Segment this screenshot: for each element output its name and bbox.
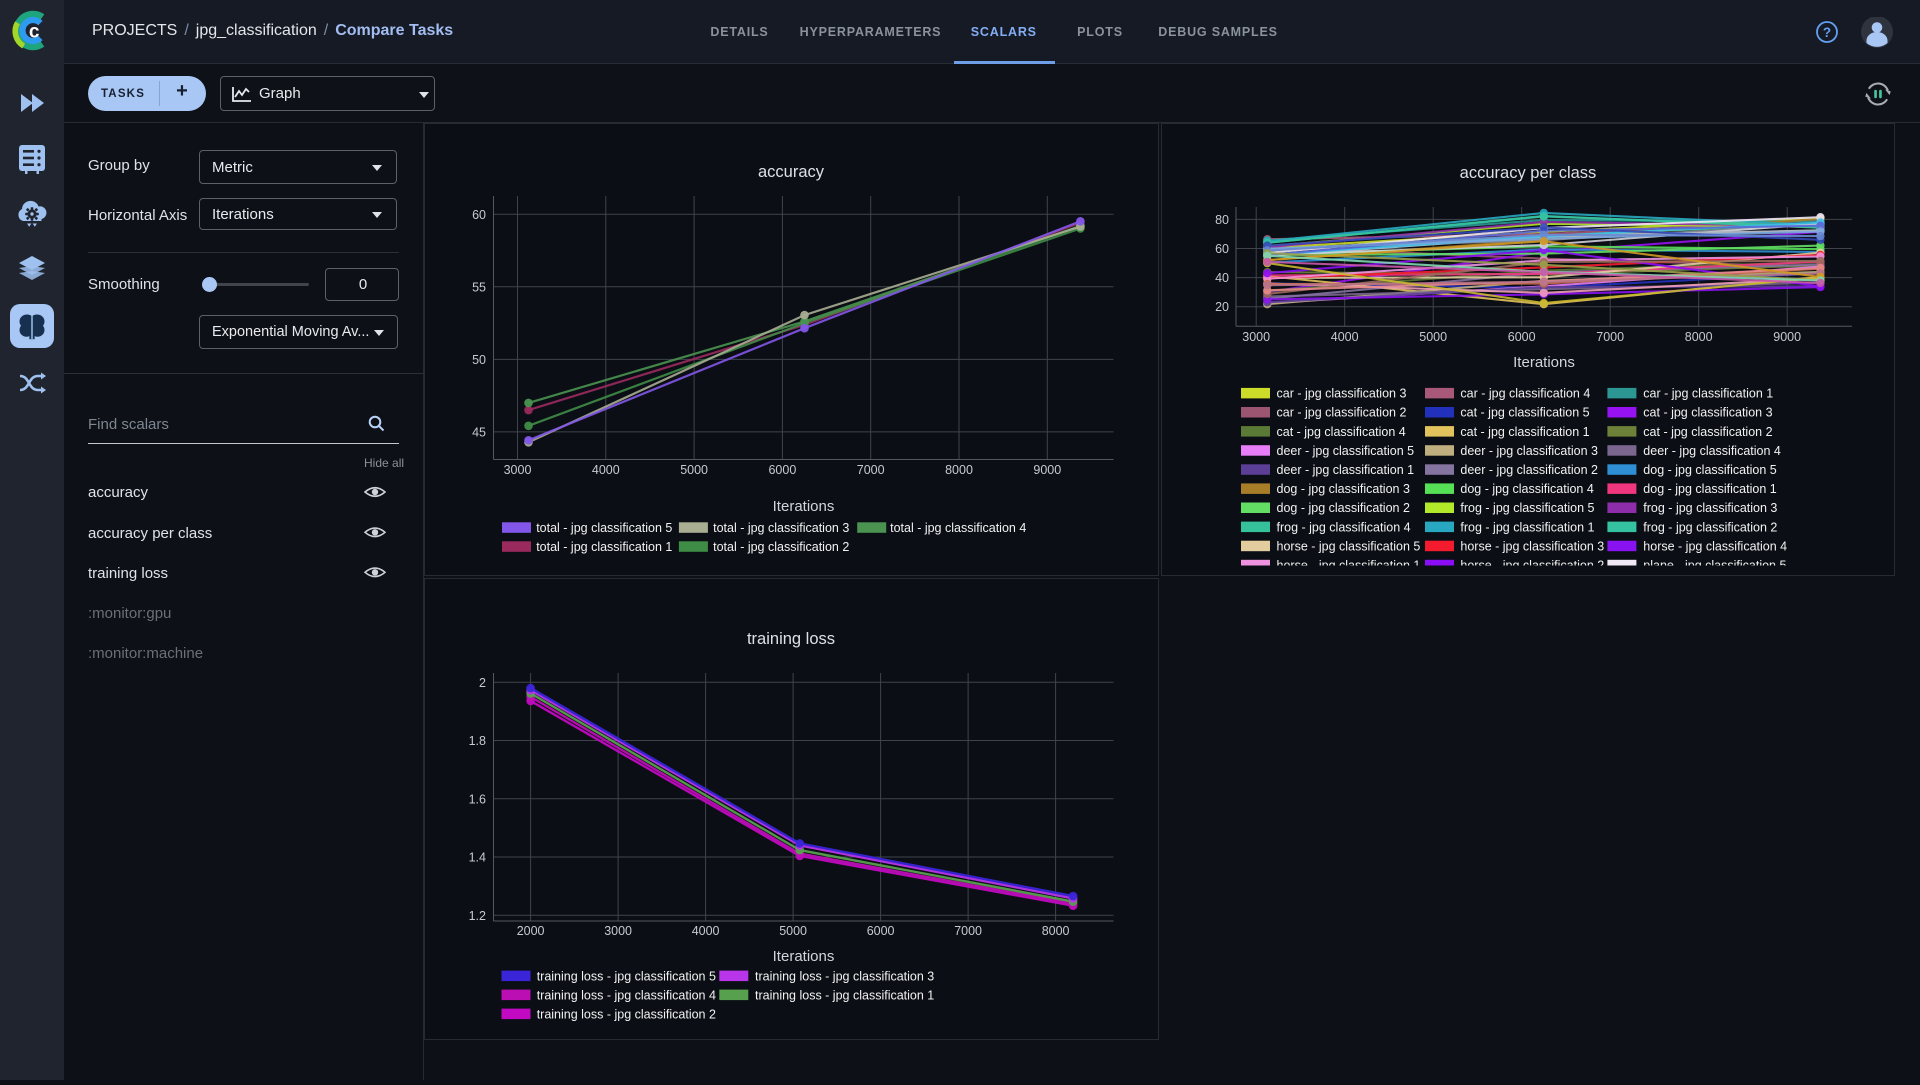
svg-text:3000: 3000: [604, 924, 632, 938]
svg-text:5000: 5000: [1419, 330, 1447, 344]
svg-text:plane - jpg classification 5: plane - jpg classification 5: [1643, 559, 1786, 573]
svg-text:deer - jpg classification 4: deer - jpg classification 4: [1643, 444, 1781, 458]
svg-text:9000: 9000: [1773, 330, 1801, 344]
svg-text:frog - jpg classification 5: frog - jpg classification 5: [1460, 501, 1594, 515]
svg-text:horse - jpg classification 5: horse - jpg classification 5: [1277, 539, 1421, 553]
svg-text:car - jpg classification 1: car - jpg classification 1: [1643, 387, 1773, 401]
svg-text:accuracy per class: accuracy per class: [1460, 164, 1597, 182]
svg-text:7000: 7000: [1596, 330, 1624, 344]
svg-text:9000: 9000: [1033, 463, 1061, 477]
svg-text:6000: 6000: [1508, 330, 1536, 344]
svg-text:Iterations: Iterations: [773, 948, 835, 965]
svg-text:frog - jpg classification 1: frog - jpg classification 1: [1460, 520, 1594, 534]
svg-text:horse - jpg classification 1: horse - jpg classification 1: [1277, 559, 1421, 573]
svg-text:cat - jpg classification 3: cat - jpg classification 3: [1643, 406, 1772, 420]
svg-text:deer - jpg classification 1: deer - jpg classification 1: [1277, 463, 1415, 477]
svg-text:2: 2: [479, 676, 486, 690]
svg-text:8000: 8000: [1042, 924, 1070, 938]
svg-text:cat - jpg classification 2: cat - jpg classification 2: [1643, 425, 1772, 439]
svg-text:accuracy: accuracy: [758, 163, 825, 181]
svg-text:1.8: 1.8: [469, 734, 486, 748]
svg-text:55: 55: [472, 280, 486, 294]
svg-text:6000: 6000: [867, 924, 895, 938]
svg-text:2000: 2000: [517, 924, 545, 938]
svg-text:1.4: 1.4: [469, 851, 486, 865]
svg-text:deer - jpg classification 2: deer - jpg classification 2: [1460, 463, 1598, 477]
svg-text:?: ?: [1823, 25, 1831, 40]
svg-text:dog - jpg classification 4: dog - jpg classification 4: [1460, 482, 1593, 496]
svg-text:6000: 6000: [768, 463, 796, 477]
svg-text:cat - jpg classification 1: cat - jpg classification 1: [1460, 425, 1589, 439]
svg-text:total - jpg classification 3: total - jpg classification 3: [713, 521, 849, 535]
svg-text:frog - jpg classification 3: frog - jpg classification 3: [1643, 501, 1777, 515]
svg-text:horse - jpg classification 2: horse - jpg classification 2: [1460, 559, 1604, 573]
svg-text:50: 50: [472, 353, 486, 367]
svg-text:car - jpg classification 3: car - jpg classification 3: [1277, 387, 1407, 401]
svg-text:dog - jpg classification 3: dog - jpg classification 3: [1277, 482, 1410, 496]
svg-text:Iterations: Iterations: [1513, 354, 1575, 371]
svg-text:60: 60: [1215, 242, 1229, 256]
svg-text:3000: 3000: [504, 463, 532, 477]
svg-text:car - jpg classification 4: car - jpg classification 4: [1460, 387, 1590, 401]
svg-text:car - jpg classification 2: car - jpg classification 2: [1277, 406, 1407, 420]
svg-text:total - jpg classification 2: total - jpg classification 2: [713, 540, 849, 554]
svg-text:cat - jpg classification 4: cat - jpg classification 4: [1277, 425, 1406, 439]
svg-text:training loss - jpg classifica: training loss - jpg classification 1: [755, 988, 934, 1002]
svg-text:40: 40: [1215, 271, 1229, 285]
svg-text:total - jpg classification 4: total - jpg classification 4: [890, 521, 1026, 535]
svg-text:deer - jpg classification 5: deer - jpg classification 5: [1277, 444, 1415, 458]
svg-text:1.2: 1.2: [469, 909, 486, 923]
svg-text:c: c: [29, 22, 40, 43]
svg-text:training loss - jpg classifica: training loss - jpg classification 5: [537, 969, 716, 983]
svg-text:3000: 3000: [1242, 330, 1270, 344]
svg-text:total - jpg classification 5: total - jpg classification 5: [536, 521, 672, 535]
svg-text:80: 80: [1215, 213, 1229, 227]
svg-text:7000: 7000: [857, 463, 885, 477]
svg-text:8000: 8000: [1685, 330, 1713, 344]
svg-text:total - jpg classification 1: total - jpg classification 1: [536, 540, 672, 554]
svg-text:training loss - jpg classifica: training loss - jpg classification 2: [537, 1007, 716, 1021]
svg-text:4000: 4000: [1331, 330, 1359, 344]
svg-text:dog - jpg classification 2: dog - jpg classification 2: [1277, 501, 1410, 515]
svg-text:5000: 5000: [680, 463, 708, 477]
svg-text:60: 60: [472, 208, 486, 222]
svg-text:1.6: 1.6: [469, 792, 486, 806]
svg-text:4000: 4000: [592, 463, 620, 477]
svg-text:45: 45: [472, 425, 486, 439]
svg-text:horse - jpg classification 4: horse - jpg classification 4: [1643, 539, 1787, 553]
svg-text:5000: 5000: [779, 924, 807, 938]
svg-text:7000: 7000: [954, 924, 982, 938]
svg-text:deer - jpg classification 3: deer - jpg classification 3: [1460, 444, 1598, 458]
svg-text:8000: 8000: [945, 463, 973, 477]
svg-text:training loss - jpg classifica: training loss - jpg classification 3: [755, 969, 934, 983]
svg-text:frog - jpg classification 4: frog - jpg classification 4: [1277, 520, 1411, 534]
svg-text:training loss - jpg classifica: training loss - jpg classification 4: [537, 988, 716, 1002]
svg-text:Iterations: Iterations: [773, 498, 835, 515]
svg-text:dog - jpg classification 5: dog - jpg classification 5: [1643, 463, 1776, 477]
svg-text:horse - jpg classification 3: horse - jpg classification 3: [1460, 539, 1604, 553]
svg-text:dog - jpg classification 1: dog - jpg classification 1: [1643, 482, 1776, 496]
svg-text:frog - jpg classification 2: frog - jpg classification 2: [1643, 520, 1777, 534]
svg-text:4000: 4000: [692, 924, 720, 938]
svg-text:training loss: training loss: [747, 630, 835, 648]
svg-text:20: 20: [1215, 300, 1229, 314]
svg-text:cat - jpg classification 5: cat - jpg classification 5: [1460, 406, 1589, 420]
